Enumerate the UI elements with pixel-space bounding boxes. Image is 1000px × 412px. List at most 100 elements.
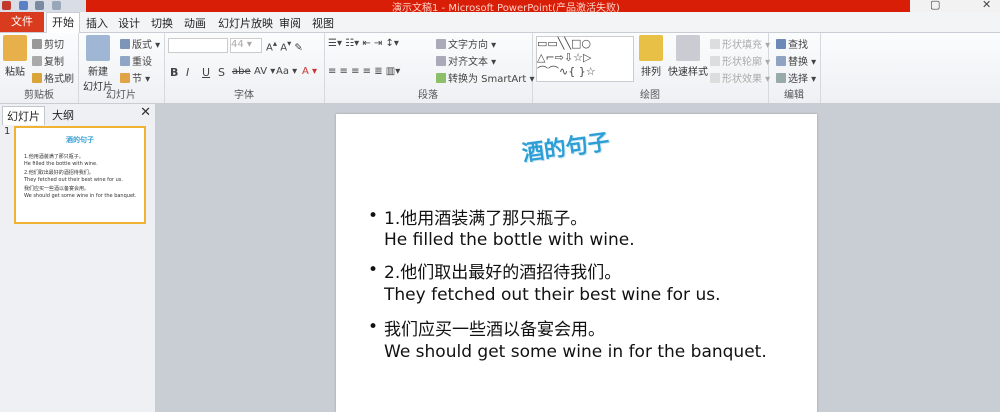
- text-direction-icon: [436, 39, 446, 49]
- redo-icon[interactable]: [51, 1, 61, 10]
- outline-icon: [710, 56, 720, 66]
- thumb-line: We should get some wine in for the banqu…: [24, 193, 137, 199]
- tab-view[interactable]: 视图: [312, 15, 334, 31]
- group-label: 字体: [234, 90, 254, 101]
- format-painter-button[interactable]: 格式刷: [32, 70, 74, 85]
- slide-title[interactable]: 酒的句子: [520, 124, 612, 168]
- cut-button[interactable]: 剪切: [32, 36, 64, 51]
- shape-effects-button[interactable]: 形状效果 ▾: [710, 70, 770, 85]
- smartart-icon: [436, 73, 446, 83]
- font-size-buttons[interactable]: A▴ A▾ ✎: [266, 38, 303, 53]
- window-controls: ▢ ✕: [910, 0, 1000, 12]
- shape-outline-button[interactable]: 形状轮廓 ▾: [710, 53, 770, 68]
- group-font: 44 ▾ A▴ A▾ ✎ B I U S abe AV ▾ Aa ▾ A ▾ 字…: [164, 33, 325, 103]
- bullet-text-cn[interactable]: 我们应买一些酒以备宴会用。: [384, 315, 605, 340]
- bullet-marker: •: [368, 260, 379, 280]
- paste-icon: [3, 35, 27, 61]
- ribbon-tabs: 文件 开始 插入 设计 切换 动画 幻灯片放映 审阅 视图: [0, 12, 1000, 33]
- quick-styles-button[interactable]: 快速样式: [668, 35, 708, 78]
- font-color-button[interactable]: A ▾: [302, 66, 317, 77]
- bullet-text-en[interactable]: They fetched out their best wine for us.: [384, 285, 720, 305]
- replace-button[interactable]: 替换 ▾: [776, 53, 816, 68]
- quick-access-toolbar[interactable]: [0, 0, 86, 12]
- thumb-title: 酒的句子: [66, 136, 94, 144]
- thumb-line: 1.他用酒装满了那只瓶子。: [24, 154, 84, 160]
- bullet-marker: •: [368, 317, 379, 337]
- bullet-text-en[interactable]: He filled the bottle with wine.: [384, 230, 635, 250]
- effects-icon: [710, 73, 720, 83]
- bullet-text-cn[interactable]: 1.他用酒装满了那只瓶子。: [384, 204, 587, 229]
- font-name-select[interactable]: [168, 38, 228, 53]
- save-icon[interactable]: [18, 1, 28, 10]
- font-size-select[interactable]: 44 ▾: [230, 38, 262, 53]
- shadow-button[interactable]: S: [218, 66, 225, 79]
- strikethrough-button[interactable]: abe: [232, 66, 251, 77]
- bold-button[interactable]: B: [170, 66, 178, 79]
- new-slide-button[interactable]: 新建 幻灯片: [80, 35, 116, 93]
- undo-icon[interactable]: [35, 1, 44, 10]
- tab-design[interactable]: 设计: [118, 15, 140, 31]
- smartart-button[interactable]: 转换为 SmartArt ▾: [436, 70, 535, 85]
- title-bar: 演示文稿1 - Microsoft PowerPoint(产品激活失败) ▢ ✕: [0, 0, 1000, 14]
- group-editing: 查找 替换 ▾ 选择 ▾ 编辑: [768, 33, 821, 103]
- list-buttons[interactable]: ☰▾ ☷▾ ⇤ ⇥ ↕▾: [328, 38, 399, 49]
- replace-icon: [776, 56, 786, 66]
- tab-slideshow[interactable]: 幻灯片放映: [218, 15, 273, 31]
- group-label: 幻灯片: [106, 90, 136, 101]
- thumb-line: 2.他们取出最好的酒招待我们。: [24, 170, 94, 176]
- slide[interactable]: 酒的句子 • 1.他用酒装满了那只瓶子。 He filled the bottl…: [336, 114, 817, 412]
- layout-icon: [120, 39, 130, 49]
- layout-button[interactable]: 版式 ▾: [120, 36, 160, 51]
- align-text-button[interactable]: 对齐文本 ▾: [436, 53, 496, 68]
- spacing-button[interactable]: AV ▾: [254, 66, 275, 77]
- arrange-button[interactable]: 排列: [636, 35, 666, 78]
- align-text-icon: [436, 56, 446, 66]
- app-icon: [2, 1, 11, 10]
- tab-outline[interactable]: 大纲: [48, 106, 78, 124]
- change-case-button[interactable]: Aa ▾: [276, 66, 297, 77]
- tab-slides[interactable]: 幻灯片: [2, 106, 45, 125]
- group-label: 绘图: [640, 90, 660, 101]
- align-buttons[interactable]: ≡ ≡ ≡ ≡ ≣ ▥▾: [328, 66, 400, 77]
- tab-home[interactable]: 开始: [46, 12, 80, 33]
- italic-button[interactable]: I: [186, 66, 189, 79]
- new-slide-icon: [86, 35, 110, 61]
- arrange-icon: [639, 35, 663, 61]
- group-label: 编辑: [784, 90, 804, 101]
- cursor-icon: [776, 73, 786, 83]
- tab-insert[interactable]: 插入: [86, 15, 108, 31]
- slide-thumbnail[interactable]: 酒的句子 1.他用酒装满了那只瓶子。 He filled the bottle …: [14, 126, 146, 224]
- reset-icon: [120, 56, 130, 66]
- section-button[interactable]: 节 ▾: [120, 70, 150, 85]
- thumb-line: They fetched out their best wine for us.: [24, 177, 123, 183]
- find-button[interactable]: 查找: [776, 36, 808, 51]
- thumb-line: He filled the bottle with wine.: [24, 161, 98, 167]
- paste-button[interactable]: 粘贴: [2, 35, 28, 78]
- shape-fill-button[interactable]: 形状填充 ▾: [710, 36, 770, 51]
- close-panel-icon[interactable]: ✕: [140, 105, 151, 120]
- quick-styles-icon: [676, 35, 700, 61]
- reset-button[interactable]: 重设: [120, 53, 152, 68]
- group-label: 剪贴板: [24, 90, 54, 101]
- binoculars-icon: [776, 39, 786, 49]
- group-clipboard: 粘贴 剪切 复制 格式刷 剪贴板: [0, 33, 79, 103]
- close-window-icon[interactable]: ✕: [982, 0, 991, 11]
- underline-button[interactable]: U: [202, 66, 210, 79]
- fill-icon: [710, 39, 720, 49]
- tab-transitions[interactable]: 切换: [151, 15, 173, 31]
- bullet-text-en[interactable]: We should get some wine in for the banqu…: [384, 342, 767, 362]
- tab-file[interactable]: 文件: [0, 12, 44, 32]
- ribbon: 粘贴 剪切 复制 格式刷 剪贴板 新建 幻灯片 版式 ▾ 重设 节 ▾ 幻灯片 …: [0, 33, 1000, 104]
- copy-icon: [32, 56, 42, 66]
- text-direction-button[interactable]: 文字方向 ▾: [436, 36, 496, 51]
- shapes-gallery[interactable]: ▭▭╲╲□○ △⌐⇨⇩☆▷ ⌒⌒∿{ }☆: [536, 36, 634, 82]
- brush-icon: [32, 73, 42, 83]
- tab-review[interactable]: 审阅: [279, 15, 301, 31]
- bullet-text-cn[interactable]: 2.他们取出最好的酒招待我们。: [384, 258, 621, 283]
- select-button[interactable]: 选择 ▾: [776, 70, 816, 85]
- tab-animations[interactable]: 动画: [184, 15, 206, 31]
- copy-button[interactable]: 复制: [32, 53, 64, 68]
- restore-icon[interactable]: ▢: [930, 0, 940, 11]
- thumb-line: 我们应买一些酒以备宴会用。: [24, 186, 90, 192]
- slide-number: 1: [4, 126, 11, 137]
